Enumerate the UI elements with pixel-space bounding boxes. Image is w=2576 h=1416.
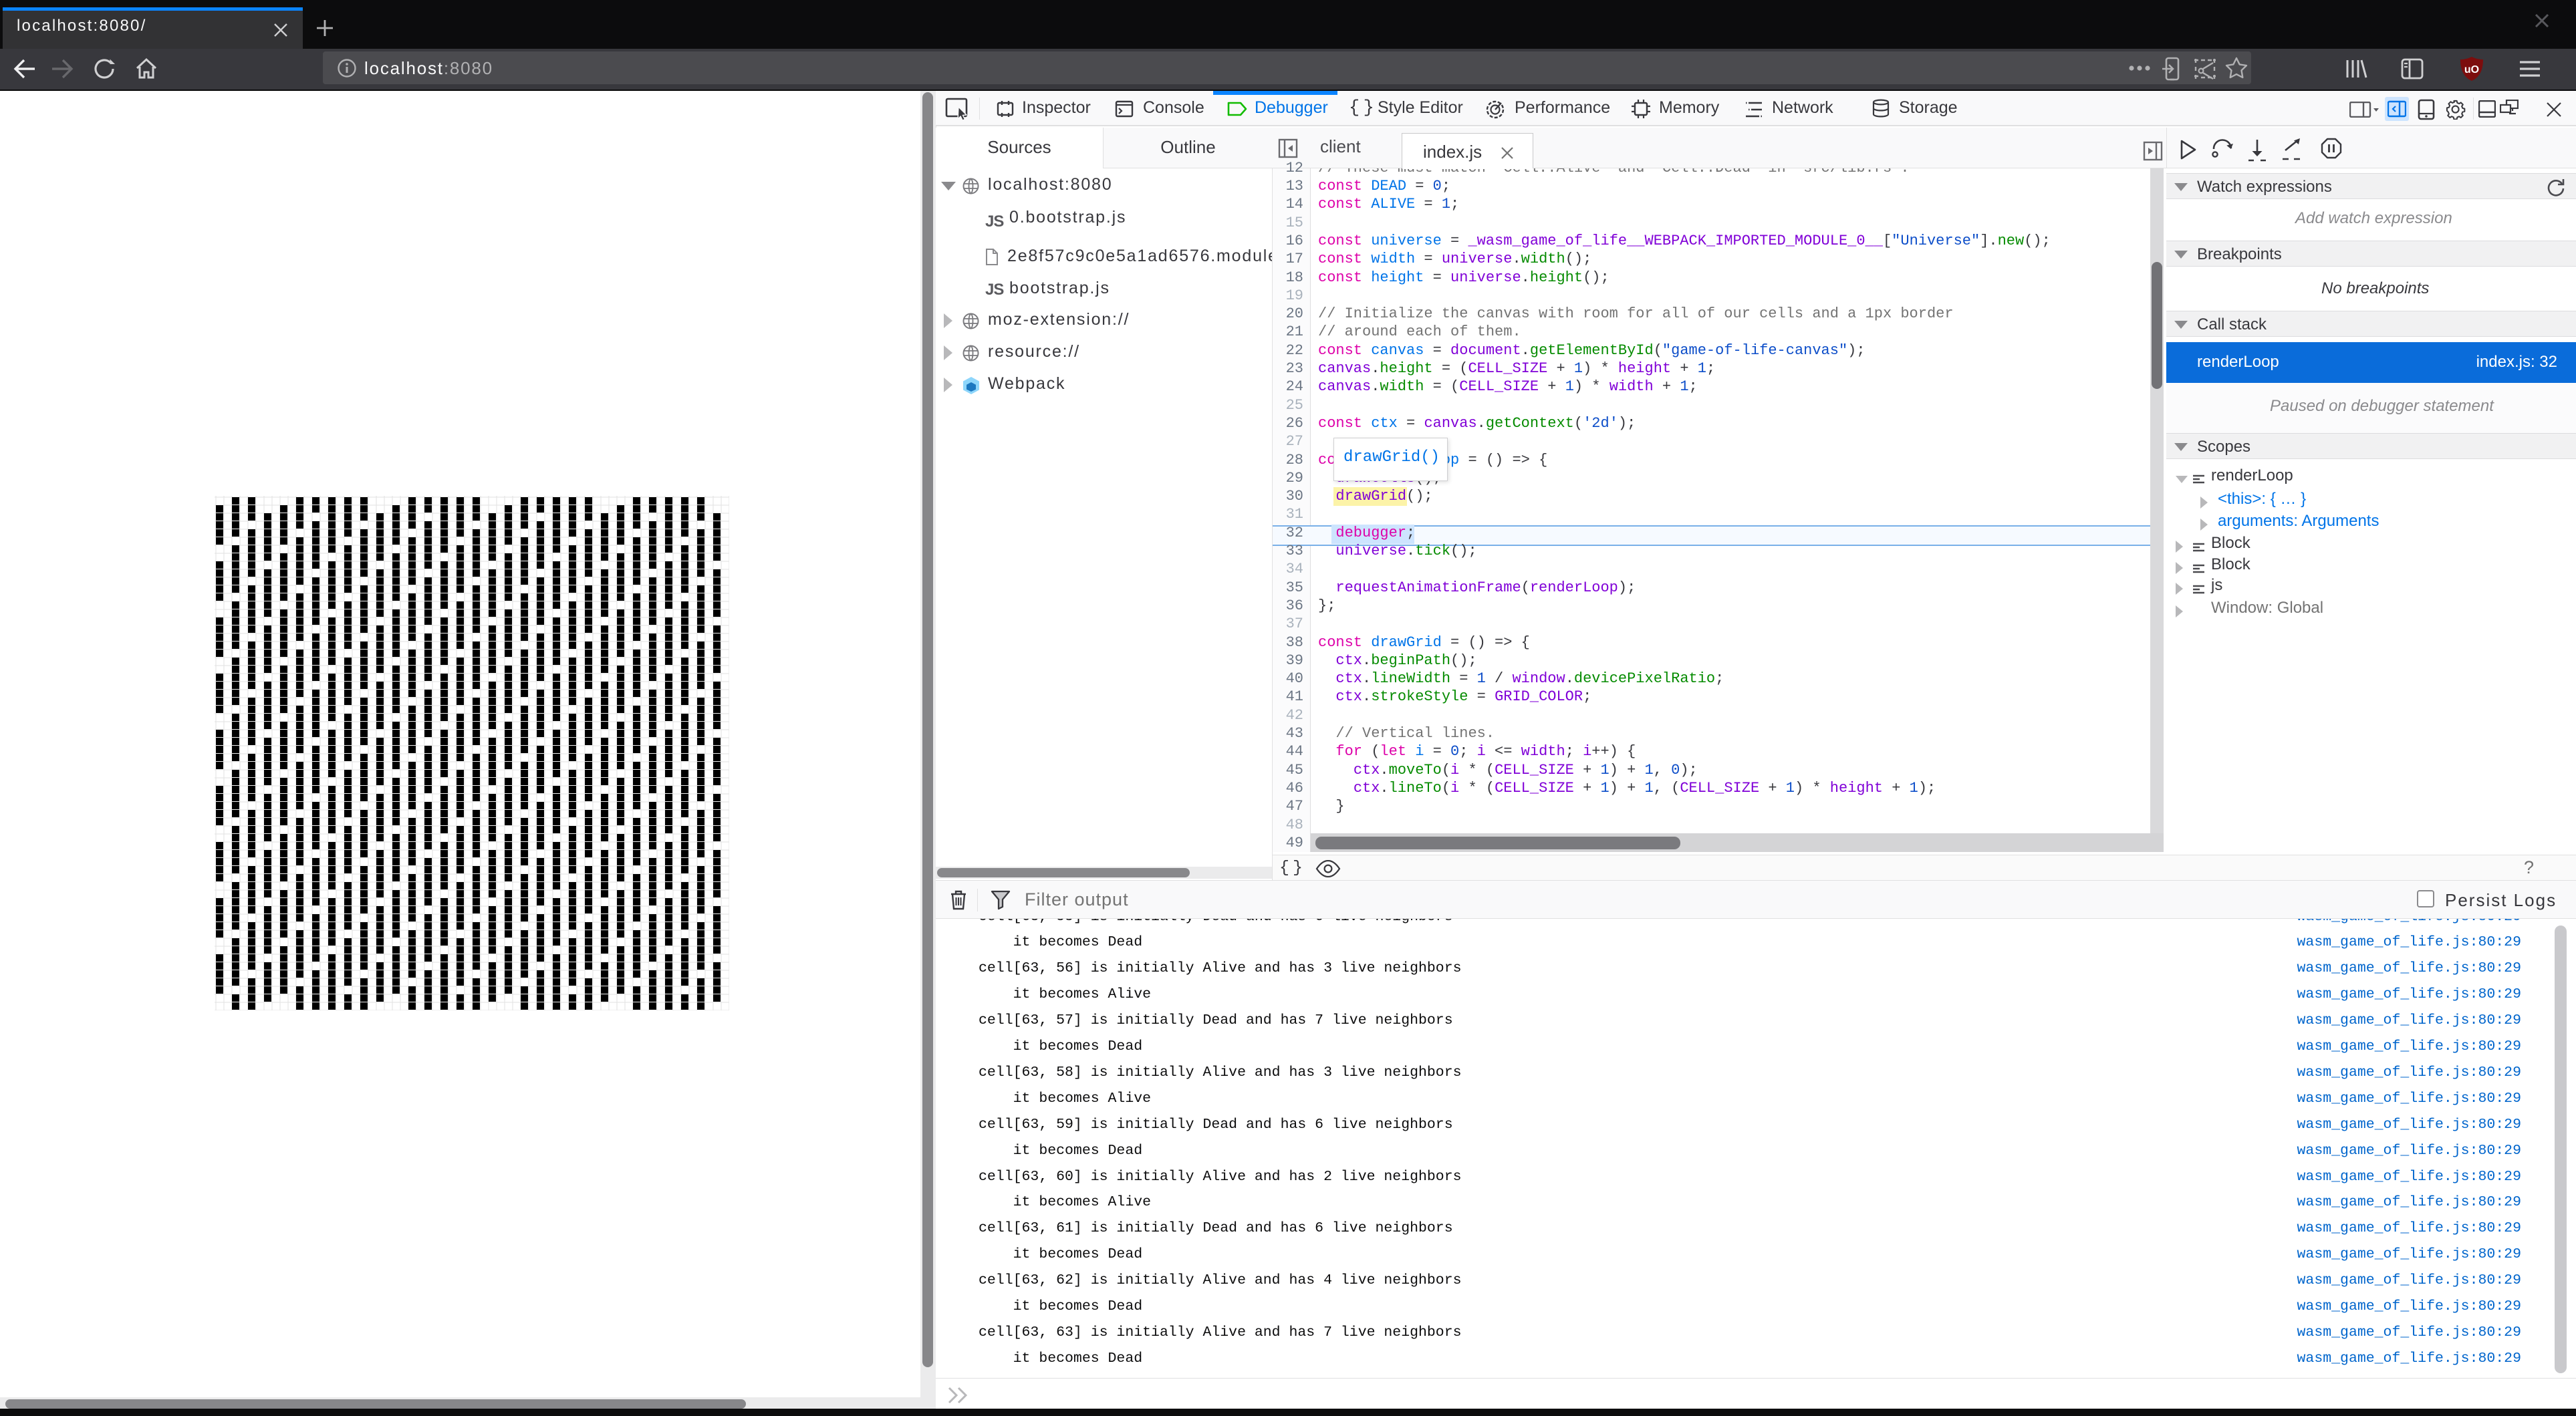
svg-text:uO: uO	[2464, 64, 2479, 76]
